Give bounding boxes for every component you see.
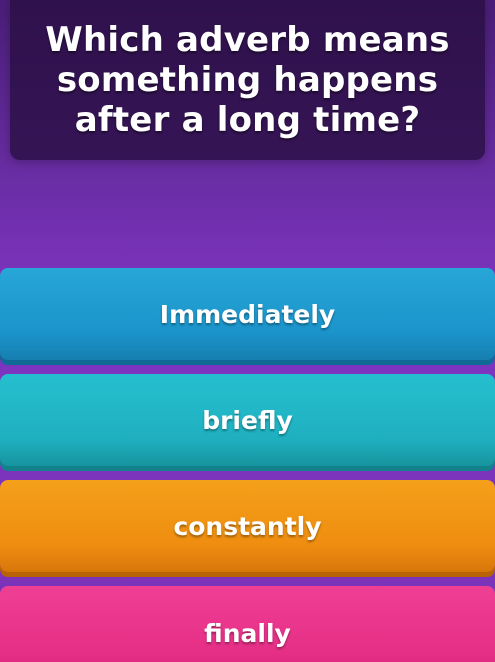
- quiz-screen: Which adverb means something happens aft…: [0, 0, 495, 662]
- answer-option-briefly[interactable]: briefly: [0, 374, 495, 466]
- answer-option-label: finally: [204, 618, 291, 648]
- answer-option-immediately[interactable]: Immediately: [0, 268, 495, 360]
- answer-option-label: briefly: [202, 405, 293, 435]
- answer-option-finally[interactable]: finally: [0, 586, 495, 662]
- question-card: Which adverb means something happens aft…: [10, 0, 485, 160]
- question-text: Which adverb means something happens aft…: [45, 19, 450, 141]
- answer-option-label: Immediately: [159, 299, 336, 329]
- answer-option-label: constantly: [173, 511, 322, 541]
- answer-option-constantly[interactable]: constantly: [0, 480, 495, 572]
